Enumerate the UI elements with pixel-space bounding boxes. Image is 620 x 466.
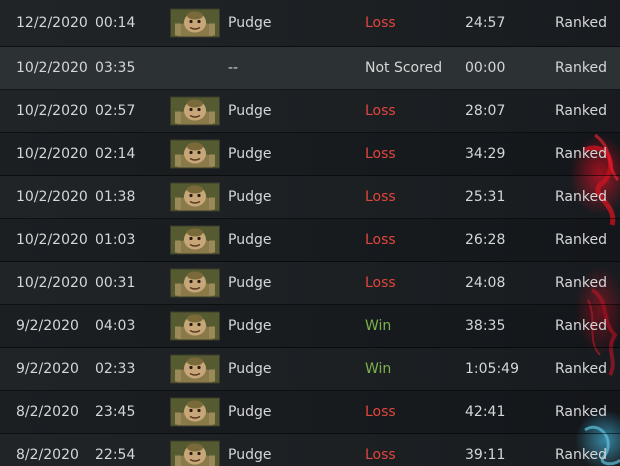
match-duration: 26:28 (465, 232, 506, 248)
match-time: 02:57 (95, 103, 136, 119)
match-row[interactable]: 8/2/2020 23:45 Pudge Loss 42:41 Ranked (0, 391, 620, 434)
pudge-hero-icon (170, 440, 220, 466)
match-time: 04:03 (95, 318, 136, 334)
match-result: Loss (365, 232, 396, 248)
game-mode: Ranked (555, 146, 607, 162)
match-duration: 24:08 (465, 275, 506, 291)
match-date: 10/2/2020 (16, 232, 88, 248)
match-result: Loss (365, 146, 396, 162)
hero-name: Pudge (228, 275, 272, 291)
hero-name: Pudge (228, 361, 272, 377)
match-date: 12/2/2020 (16, 15, 88, 31)
match-result: Not Scored (365, 60, 443, 76)
match-date: 9/2/2020 (16, 318, 79, 334)
hero-name: -- (228, 60, 239, 76)
game-mode: Ranked (555, 404, 607, 420)
match-time: 00:14 (95, 15, 136, 31)
pudge-hero-icon (170, 8, 220, 38)
hero-name: Pudge (228, 318, 272, 334)
match-duration: 38:35 (465, 318, 506, 334)
match-time: 02:14 (95, 146, 136, 162)
match-row[interactable]: 10/2/2020 03:35 -- Not Scored 00:00 Ranked (0, 47, 620, 90)
hero-name: Pudge (228, 404, 272, 420)
pudge-hero-icon (170, 139, 220, 169)
match-row[interactable]: 10/2/2020 01:03 Pudge Loss 26:28 Ranked (0, 219, 620, 262)
match-row[interactable]: 12/2/2020 00:14 Pudge Loss 24:57 Ranked (0, 0, 620, 47)
match-result: Loss (365, 447, 396, 463)
match-row[interactable]: 10/2/2020 02:57 Pudge Loss 28:07 Ranked (0, 90, 620, 133)
match-date: 10/2/2020 (16, 189, 88, 205)
match-result: Loss (365, 103, 396, 119)
game-mode: Ranked (555, 60, 607, 76)
match-duration: 34:29 (465, 146, 506, 162)
match-time: 00:31 (95, 275, 136, 291)
match-row[interactable]: 9/2/2020 02:33 Pudge Win 1:05:49 Ranked (0, 348, 620, 391)
match-row[interactable]: 10/2/2020 02:14 Pudge Loss 34:29 Ranked (0, 133, 620, 176)
game-mode: Ranked (555, 103, 607, 119)
pudge-hero-icon (170, 397, 220, 427)
hero-name: Pudge (228, 447, 272, 463)
match-time: 23:45 (95, 404, 136, 420)
pudge-hero-icon (170, 225, 220, 255)
match-duration: 39:11 (465, 447, 506, 463)
match-date: 10/2/2020 (16, 275, 88, 291)
match-history-panel: 12/2/2020 00:14 Pudge Loss 24:57 Ranked 10/2/2… (0, 0, 620, 466)
match-duration: 25:31 (465, 189, 506, 205)
match-time: 01:38 (95, 189, 136, 205)
game-mode: Ranked (555, 275, 607, 291)
match-date: 8/2/2020 (16, 447, 79, 463)
match-date: 10/2/2020 (16, 103, 88, 119)
pudge-hero-icon (170, 268, 220, 298)
pudge-hero-icon (170, 96, 220, 126)
pudge-hero-icon (170, 311, 220, 341)
match-time: 22:54 (95, 447, 136, 463)
game-mode: Ranked (555, 15, 607, 31)
match-date: 8/2/2020 (16, 404, 79, 420)
match-duration: 28:07 (465, 103, 506, 119)
game-mode: Ranked (555, 318, 607, 334)
game-mode: Ranked (555, 232, 607, 248)
match-date: 10/2/2020 (16, 146, 88, 162)
match-result: Loss (365, 15, 396, 31)
match-result: Win (365, 318, 392, 334)
match-row[interactable]: 8/2/2020 22:54 Pudge Loss 39:11 Ranked (0, 434, 620, 466)
match-row[interactable]: 9/2/2020 04:03 Pudge Win 38:35 Ranked (0, 305, 620, 348)
match-duration: 24:57 (465, 15, 506, 31)
match-list: 12/2/2020 00:14 Pudge Loss 24:57 Ranked 10/2/2… (0, 0, 620, 466)
hero-name: Pudge (228, 103, 272, 119)
match-result: Loss (365, 189, 396, 205)
match-result: Loss (365, 404, 396, 420)
match-row[interactable]: 10/2/2020 00:31 Pudge Loss 24:08 Ranked (0, 262, 620, 305)
pudge-hero-icon (170, 182, 220, 212)
pudge-hero-icon (170, 354, 220, 384)
game-mode: Ranked (555, 447, 607, 463)
match-duration: 1:05:49 (465, 361, 519, 377)
match-duration: 42:41 (465, 404, 506, 420)
hero-name: Pudge (228, 189, 272, 205)
match-result: Loss (365, 275, 396, 291)
match-date: 10/2/2020 (16, 60, 88, 76)
game-mode: Ranked (555, 361, 607, 377)
match-result: Win (365, 361, 392, 377)
match-time: 03:35 (95, 60, 136, 76)
match-time: 01:03 (95, 232, 136, 248)
match-row[interactable]: 10/2/2020 01:38 Pudge Loss 25:31 Ranked (0, 176, 620, 219)
hero-name: Pudge (228, 232, 272, 248)
game-mode: Ranked (555, 189, 607, 205)
match-duration: 00:00 (465, 60, 506, 76)
match-date: 9/2/2020 (16, 361, 79, 377)
hero-name: Pudge (228, 146, 272, 162)
match-time: 02:33 (95, 361, 136, 377)
hero-name: Pudge (228, 15, 272, 31)
